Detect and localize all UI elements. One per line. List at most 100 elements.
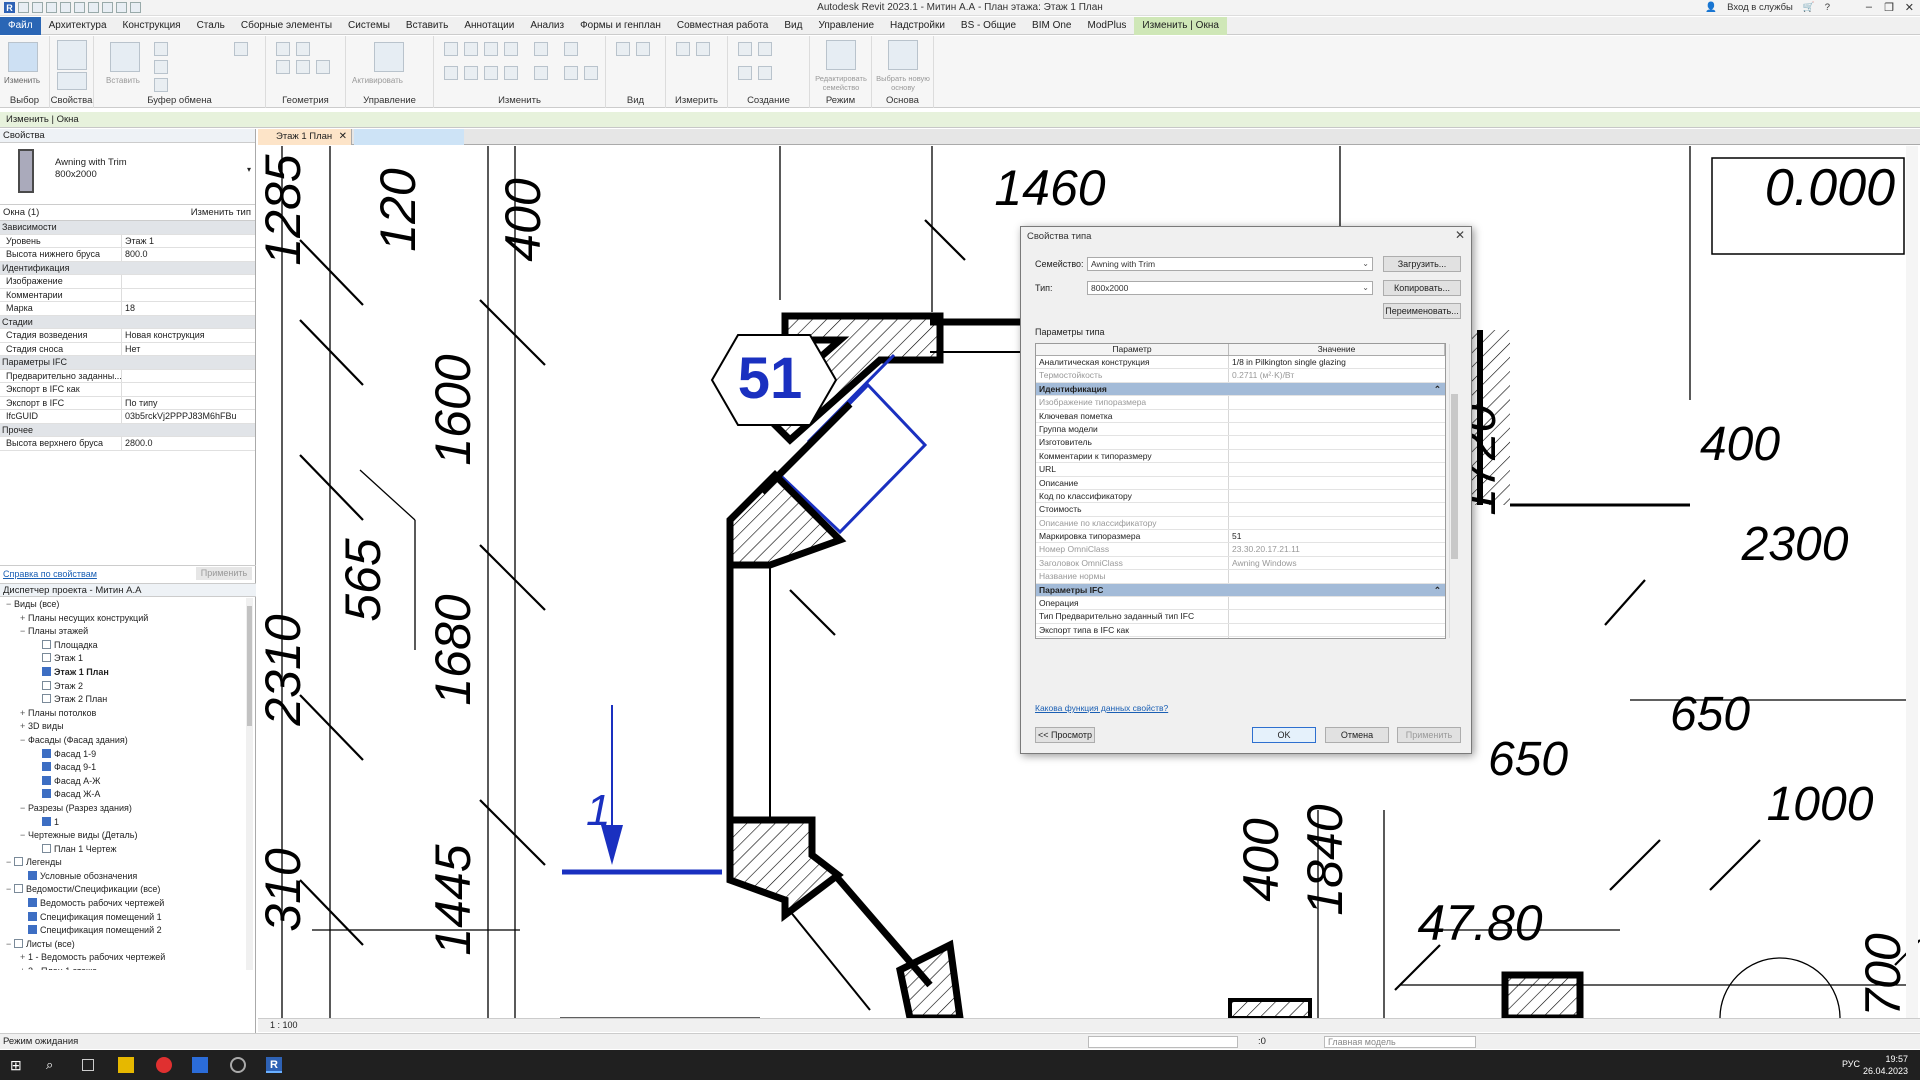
dimension-value[interactable]: 400 (1233, 818, 1289, 902)
cancel-button[interactable]: Отмена (1325, 727, 1389, 743)
parameter-row[interactable]: Комментарии к типоразмеру (1036, 449, 1445, 464)
match-type-icon[interactable] (154, 78, 168, 92)
parameter-row[interactable]: Группа модели (1036, 422, 1445, 437)
instance-count[interactable]: Окна (1) (3, 207, 39, 218)
revit-taskbar-icon[interactable]: R (266, 1057, 282, 1073)
properties-icon[interactable] (57, 72, 87, 90)
parameter-value[interactable] (1229, 423, 1445, 435)
split-icon[interactable] (534, 42, 548, 56)
tree-item[interactable]: +1 - Ведомость рабочих чертежей (0, 951, 246, 965)
parameter-value[interactable] (1229, 517, 1445, 529)
paste-icon[interactable] (110, 42, 140, 72)
copy-element-icon[interactable] (464, 66, 478, 80)
dimension-value[interactable]: 1445 (425, 844, 481, 955)
join-geometry-icon[interactable] (276, 60, 290, 74)
dimension-value[interactable]: 310 (258, 848, 311, 932)
tab-manage[interactable]: Управление (810, 17, 882, 35)
property-row[interactable]: Высота нижнего бруса 800.0 (0, 248, 255, 262)
tree-item[interactable]: − Виды (все) (0, 598, 246, 612)
cart-icon[interactable]: 🛒 (1803, 2, 1815, 13)
chevron-down-icon[interactable]: ⌄ (1362, 258, 1369, 270)
expand-toggle-icon[interactable]: − (6, 938, 14, 952)
apply-button[interactable]: Применить (196, 567, 252, 580)
expand-toggle-icon[interactable]: − (20, 625, 28, 639)
pin-icon[interactable] (564, 66, 578, 80)
type-select[interactable]: 800x2000 ⌄ (1087, 281, 1373, 295)
property-section[interactable]: Стадии (0, 315, 255, 329)
parameter-value[interactable] (1229, 436, 1445, 448)
array-icon[interactable] (534, 66, 548, 80)
tab-massing[interactable]: Формы и генплан (572, 17, 669, 35)
expand-toggle-icon[interactable]: + (20, 720, 28, 734)
edit-family-icon[interactable] (826, 40, 856, 70)
parameter-row[interactable]: Номер OmniClass 23.30.20.17.21.11 (1036, 543, 1445, 557)
property-value[interactable] (122, 289, 255, 302)
tree-item[interactable]: Этаж 1 План (0, 666, 246, 680)
tab-analyze[interactable]: Анализ (522, 17, 572, 35)
tab-architecture[interactable]: Архитектура (41, 17, 115, 35)
load-button[interactable]: Загрузить... (1383, 256, 1461, 272)
user-icon[interactable]: 👤 (1705, 2, 1717, 13)
tree-item[interactable]: +2 - План 1 этажа (0, 965, 246, 970)
expand-toggle-icon[interactable]: − (6, 598, 14, 612)
activate-icon[interactable] (374, 42, 404, 72)
ok-button[interactable]: OK (1252, 727, 1316, 743)
parameter-value[interactable]: 23.30.20.17.21.11 (1229, 543, 1445, 555)
override-icon[interactable] (636, 42, 650, 56)
edit-type-button[interactable]: Изменить тип (191, 205, 251, 221)
property-row[interactable]: Стадия сноса Нет (0, 342, 255, 356)
create-group-icon[interactable] (738, 66, 752, 80)
properties-help-link[interactable]: Справка по свойствам (3, 569, 97, 579)
parameter-row[interactable]: Описание по классификатору (1036, 516, 1445, 531)
property-row[interactable]: Экспорт в IFC По типу (0, 396, 255, 410)
parameter-value[interactable]: 51 (1229, 530, 1445, 542)
copy-icon[interactable] (154, 60, 168, 74)
parameter-value[interactable] (1229, 463, 1445, 475)
cut-icon[interactable] (154, 42, 168, 56)
parameter-value[interactable]: 1/8 in Pilkington single glazing (1229, 356, 1445, 368)
tab-steel[interactable]: Сталь (189, 17, 233, 35)
canvas-scrollbar[interactable] (1906, 146, 1918, 1018)
create-similar-icon[interactable] (758, 66, 772, 80)
parameter-row[interactable]: Заголовок OmniClass Awning Windows (1036, 556, 1445, 571)
tree-item[interactable]: Этаж 1 (0, 652, 246, 666)
dimension-value[interactable]: 2300 (1741, 518, 1849, 571)
tree-item[interactable]: Фасад А-Ж (0, 775, 246, 789)
chevron-down-icon[interactable]: ▾ (247, 165, 251, 174)
join-icon[interactable] (234, 42, 248, 56)
parameter-row[interactable]: Ключевая пометка (1036, 409, 1445, 423)
tree-item[interactable]: − Ведомости/Спецификации (все) (0, 883, 246, 897)
property-value[interactable] (122, 275, 255, 288)
parameters-scrollbar[interactable] (1449, 344, 1458, 638)
property-row[interactable]: Комментарии (0, 288, 255, 302)
property-row[interactable]: Экспорт в IFC как (0, 383, 255, 397)
property-row[interactable]: Марка 18 (0, 302, 255, 316)
tab-bs-general[interactable]: BS - Общие (953, 17, 1024, 35)
property-value[interactable]: 800.0 (122, 248, 255, 261)
tree-item[interactable]: − Фасады (Фасад здания) (0, 734, 246, 748)
tab-secondary[interactable] (354, 129, 464, 145)
tree-item[interactable]: Площадка (0, 639, 246, 653)
tree-item[interactable]: Условные обозначения (0, 870, 246, 884)
parameter-row[interactable]: Изображение типоразмера (1036, 396, 1445, 410)
windows-start-icon[interactable]: ⊞ (10, 1057, 26, 1073)
help-icon[interactable]: ? (1825, 2, 1830, 13)
parameter-row[interactable]: URL (1036, 463, 1445, 477)
dialog-help-link[interactable]: Какова функция данных свойств? (1035, 703, 1168, 713)
property-row[interactable]: Предварительно заданны... (0, 369, 255, 383)
parameter-row[interactable]: Стоимость (1036, 503, 1445, 517)
expand-toggle-icon[interactable]: − (20, 734, 28, 748)
expand-toggle-icon[interactable]: + (20, 612, 28, 626)
dimension-value[interactable]: 1600 (425, 354, 481, 465)
close-window-button[interactable]: ✕ (1905, 1, 1914, 14)
parameter-value[interactable] (1229, 477, 1445, 489)
keyboard-language[interactable]: РУС (1842, 1059, 1860, 1069)
pick-new-host-icon[interactable] (888, 40, 918, 70)
chrome-icon[interactable] (230, 1057, 246, 1073)
system-clock[interactable]: 19:57 26.04.2023 (1863, 1053, 1908, 1077)
minimize-button[interactable]: – (1866, 1, 1872, 13)
dimension-value[interactable]: 1285 (258, 154, 311, 265)
property-row[interactable]: Изображение (0, 275, 255, 289)
tree-item[interactable]: − Легенды (0, 856, 246, 870)
tree-item[interactable]: − Листы (все) (0, 938, 246, 952)
